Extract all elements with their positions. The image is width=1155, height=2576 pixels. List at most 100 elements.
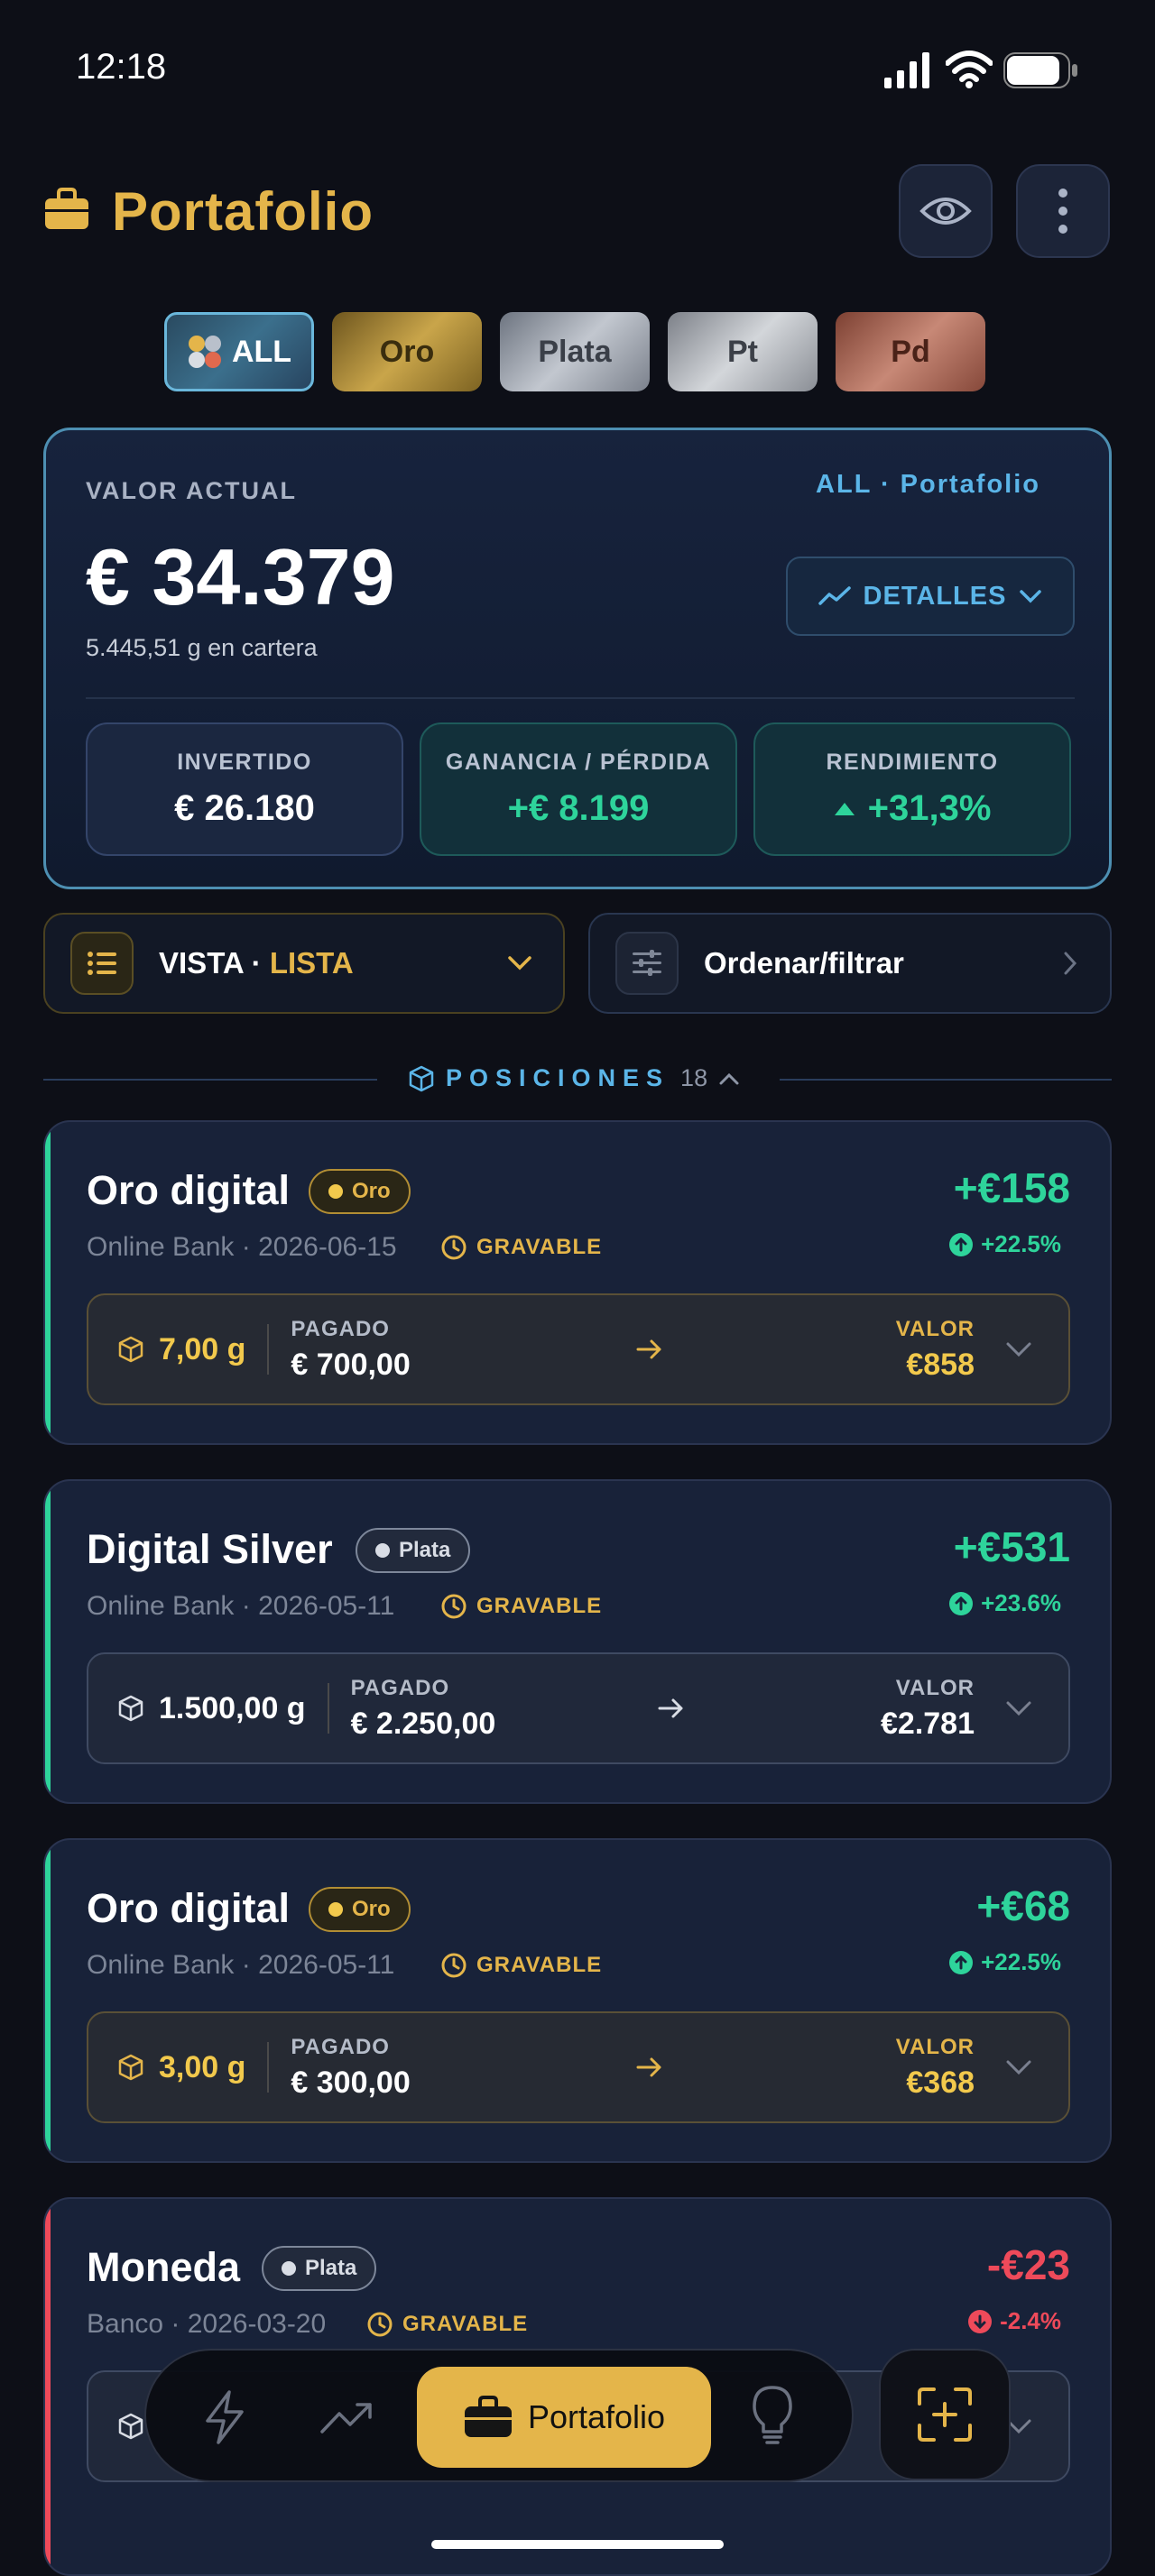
value-label: VALOR [895, 1316, 975, 1341]
toggle-visibility-button[interactable] [899, 164, 993, 258]
grams-value: 1.500,00 g [159, 1690, 306, 1725]
cube-icon [118, 2413, 143, 2440]
value-amount: €368 [906, 2065, 975, 2100]
value-column: VALOR €858 [896, 1317, 975, 1383]
chevron-down-icon [508, 956, 531, 971]
return-row: +31,3% [834, 788, 991, 829]
trending-up-icon[interactable] [319, 2399, 374, 2435]
badge-label: Oro [352, 1897, 391, 1921]
badge-dot [328, 1184, 343, 1199]
tax-status: GRAVABLE [440, 1234, 602, 1261]
tax-label: GRAVABLE [402, 2312, 529, 2336]
details-label: DETALLES [863, 581, 1007, 611]
arrow-up-circle-icon [949, 1950, 974, 1974]
view-mode-selector[interactable]: VISTA · LISTA [43, 913, 565, 1014]
tab-pd[interactable]: Pd [836, 312, 985, 391]
value-label: VALOR [895, 1675, 975, 1700]
tab-oro[interactable]: Oro [332, 312, 482, 391]
sort-filter-button[interactable]: Ordenar/filtrar [588, 913, 1112, 1014]
tab-pt[interactable]: Pt [668, 312, 818, 391]
percent-change: +22.5% [948, 1230, 1061, 1258]
badge-label: Plata [399, 1538, 451, 1562]
badge-dot [282, 2261, 296, 2276]
chevron-down-icon [1020, 590, 1042, 603]
position-detail-row[interactable]: 3,00 g PAGADO € 300,00 VALOR €368 [87, 2011, 1070, 2123]
position-detail-row[interactable]: 7,00 g PAGADO € 700,00 VALOR €858 [87, 1293, 1070, 1405]
wifi-icon [946, 51, 993, 88]
tax-status: GRAVABLE [440, 1593, 602, 1620]
position-detail-row[interactable]: 1.500,00 g PAGADO € 2.250,00 VALOR €2.78… [87, 1652, 1070, 1764]
percent-value: +23.6% [981, 1589, 1061, 1616]
triangle-up-icon [834, 802, 855, 815]
tab-all[interactable]: ALL [164, 312, 314, 391]
clock-icon [441, 1235, 467, 1260]
positions-count: 18 [680, 1064, 708, 1091]
percent-value: +22.5% [981, 1948, 1061, 1975]
sliders-icon-box [615, 932, 679, 995]
list-icon [88, 952, 116, 975]
paid-column: PAGADO € 300,00 [291, 2035, 410, 2101]
clock-icon [441, 1953, 467, 1978]
metal-badge: Plata [356, 1528, 471, 1573]
profit-loss: +€68 [976, 1882, 1070, 1929]
position-name: Moneda [87, 2244, 241, 2290]
positions-title: POSICIONES [446, 1064, 670, 1091]
more-options-button[interactable] [1016, 164, 1110, 258]
clock-icon [441, 1594, 467, 1619]
list-icon-box [70, 932, 134, 995]
return-title: RENDIMIENTO [826, 750, 999, 775]
paid-value: € 700,00 [291, 1347, 411, 1382]
positions-header[interactable]: POSICIONES 18 [408, 1064, 740, 1092]
lightning-icon[interactable] [202, 2390, 247, 2444]
metal-badge: Oro [309, 1887, 411, 1932]
all-metals-icon [188, 336, 221, 368]
arrow-right-icon [658, 1698, 683, 1718]
home-indicator [431, 2540, 724, 2549]
clock-icon [367, 2312, 393, 2337]
bottom-nav: Portafolio [144, 2349, 854, 2482]
tax-label: GRAVABLE [476, 1953, 603, 1977]
badge-dot [328, 1902, 343, 1917]
view-mode-value: LISTA [269, 946, 354, 980]
percent-value: -2.4% [1000, 2307, 1061, 2334]
section-line-right [780, 1079, 1112, 1081]
tab-plata[interactable]: Plata [500, 312, 650, 391]
cube-icon [118, 1695, 143, 1722]
lightbulb-icon[interactable] [751, 2385, 794, 2446]
profit-loss: +€158 [953, 1164, 1070, 1211]
profit-loss: +€531 [953, 1523, 1070, 1570]
current-value-label: VALOR ACTUAL [86, 477, 297, 504]
nav-portfolio[interactable]: Portafolio [417, 2367, 711, 2468]
tab-all-label: ALL [231, 334, 292, 369]
divider [267, 2042, 270, 2093]
paid-label: PAGADO [291, 2034, 390, 2059]
position-card[interactable]: Oro digital Oro Online Bank · 2026-06-15… [43, 1120, 1112, 1445]
arrow-right-icon [636, 2057, 661, 2077]
percent-change: +23.6% [948, 1589, 1061, 1617]
position-card[interactable]: Digital Silver Plata Online Bank · 2026-… [43, 1479, 1112, 1804]
tax-label: GRAVABLE [476, 1594, 603, 1618]
tax-status: GRAVABLE [366, 2311, 528, 2338]
value-column: VALOR €2.781 [881, 1676, 975, 1742]
metal-badge: Plata [262, 2246, 377, 2291]
return-stat: RENDIMIENTO +31,3% [753, 722, 1071, 856]
paid-column: PAGADO € 2.250,00 [351, 1676, 496, 1742]
section-line-left [43, 1079, 377, 1081]
portfolio-summary-card: VALOR ACTUAL ALL · Portafolio € 34.379 5… [43, 428, 1112, 889]
position-name: Oro digital [87, 1167, 290, 1213]
gain-edge [45, 1481, 51, 1802]
more-vertical-icon [1058, 189, 1067, 234]
divider [86, 697, 1075, 699]
grams-value: 3,00 g [159, 2049, 246, 2084]
scan-add-button[interactable] [879, 2349, 1011, 2480]
view-prefix: VISTA · [159, 946, 270, 980]
trend-line-icon [818, 586, 851, 605]
divider [327, 1683, 329, 1734]
value-column: VALOR €368 [896, 2035, 975, 2101]
chevron-up-icon [719, 1072, 739, 1084]
position-card[interactable]: Oro digital Oro Online Bank · 2026-05-11… [43, 1838, 1112, 2163]
details-button[interactable]: DETALLES [786, 557, 1075, 636]
loss-edge [45, 2199, 51, 2574]
tax-label: GRAVABLE [476, 1235, 603, 1259]
arrow-up-circle-icon [949, 1232, 974, 1256]
